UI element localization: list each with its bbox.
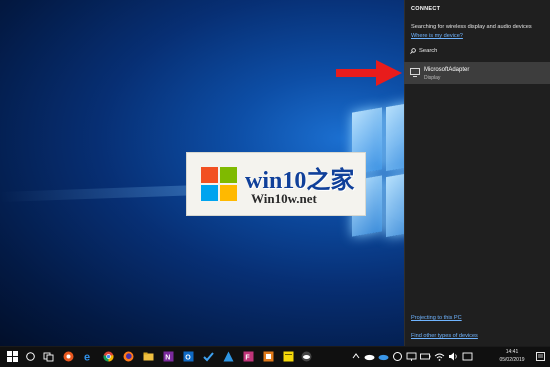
action-center-icon[interactable] — [535, 351, 546, 362]
panel-title: CONNECT — [411, 6, 441, 12]
sync-icon[interactable] — [392, 351, 403, 362]
search-circle-icon[interactable] — [25, 351, 36, 362]
connect-panel: CONNECT Searching for wireless display a… — [404, 0, 550, 346]
monitor-icon — [410, 68, 420, 77]
taskbar: e N O F 14:41 05/02/2019 — [0, 346, 550, 367]
watermark-logo: win10之家 Win10w.net — [186, 152, 366, 216]
clock-date[interactable]: 05/02/2019 — [494, 357, 530, 363]
onenote-icon[interactable]: N — [163, 351, 174, 362]
svg-text:e: e — [84, 352, 90, 363]
volume-icon[interactable] — [448, 351, 459, 362]
search-label: Search — [419, 48, 438, 54]
search-icon — [410, 48, 416, 54]
firefox-icon[interactable] — [123, 351, 134, 362]
network-icon[interactable] — [406, 351, 417, 362]
task-view-icon[interactable] — [43, 351, 54, 362]
file-explorer-icon[interactable] — [143, 351, 154, 362]
projecting-to-this-pc-link[interactable]: Projecting to this PC — [411, 315, 462, 321]
search-button[interactable]: Search — [410, 48, 437, 54]
language-icon[interactable] — [462, 351, 473, 362]
search-status-text: Searching for wireless display and audio… — [411, 24, 532, 30]
battery-icon[interactable] — [420, 351, 431, 362]
svg-text:O: O — [185, 355, 191, 362]
onedrive-icon[interactable] — [364, 351, 375, 362]
svg-text:N: N — [165, 355, 170, 362]
find-other-devices-link[interactable]: Find other types of devices — [411, 333, 478, 339]
outlook-icon[interactable]: O — [183, 351, 194, 362]
clock-time[interactable]: 14:41 — [494, 349, 530, 355]
watermark-subtitle: Win10w.net — [251, 191, 317, 206]
wifi-icon[interactable] — [434, 351, 445, 362]
edge-icon[interactable]: e — [83, 351, 94, 363]
chevron-up-icon[interactable] — [352, 351, 360, 362]
sticky-notes-icon[interactable] — [283, 351, 294, 362]
windows-flag-icon — [201, 167, 237, 201]
app-orange-icon[interactable] — [63, 351, 74, 362]
device-item-microsoftadapter[interactable]: MicrosoftAdapter Display — [404, 62, 550, 84]
device-type: Display — [424, 75, 441, 81]
app-cloud-icon[interactable] — [301, 351, 312, 362]
windows-start-icon[interactable] — [7, 351, 18, 362]
azure-icon[interactable] — [223, 351, 234, 362]
where-is-my-device-link[interactable]: Where is my device? — [411, 33, 463, 39]
watermark-title: win10之家 — [245, 168, 355, 194]
red-arrow-icon — [336, 60, 402, 86]
todo-icon[interactable] — [203, 351, 214, 362]
app-tile-orange-icon[interactable] — [263, 351, 274, 362]
chrome-icon[interactable] — [103, 351, 114, 362]
app-tile-icon[interactable]: F — [243, 351, 254, 362]
device-name: MicrosoftAdapter — [424, 67, 470, 73]
onedrive-business-icon[interactable] — [378, 351, 389, 362]
svg-text:F: F — [245, 355, 250, 362]
